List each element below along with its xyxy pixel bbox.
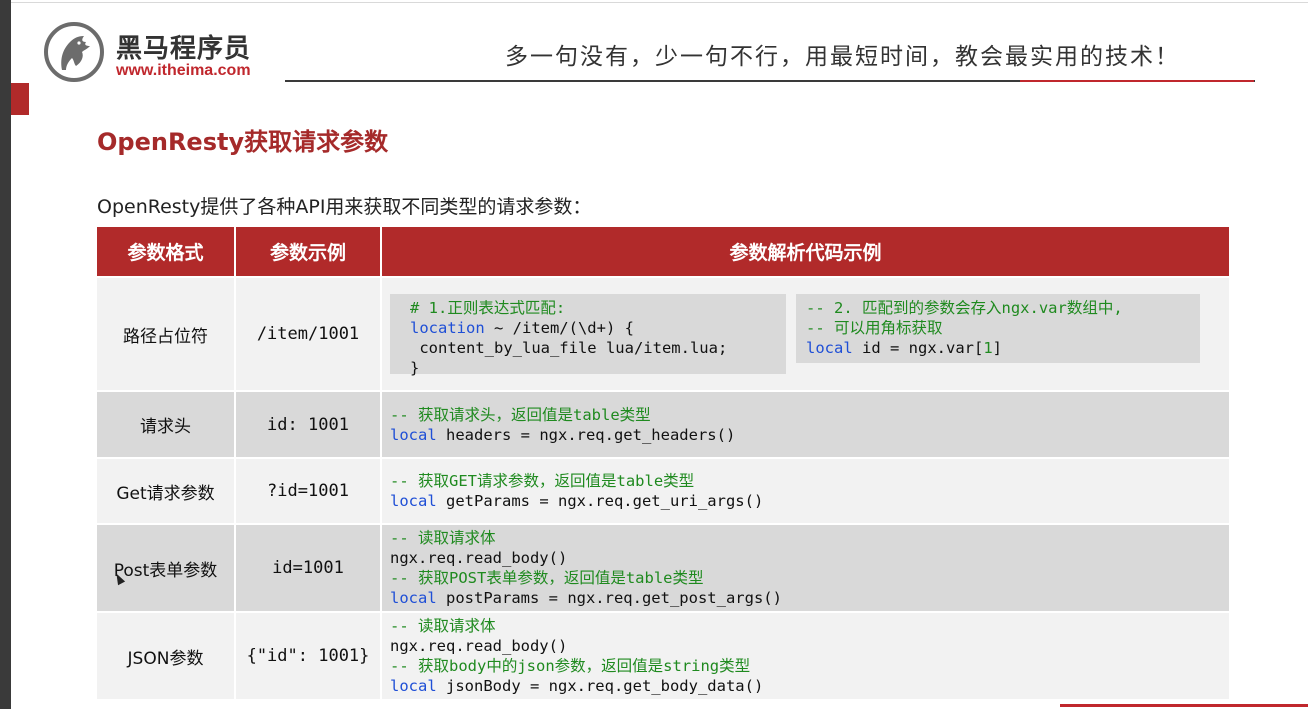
row-example: /item/1001 — [234, 276, 382, 392]
table-row: 路径占位符 /item/1001 # 1.正则表达式匹配: location ~… — [95, 276, 1231, 392]
header-divider-accent — [1020, 80, 1254, 82]
code-text: postParams = ngx.req.get_post_args() — [436, 589, 782, 607]
row-code: -- 获取GET请求参数，返回值是table类型 local getParams… — [380, 457, 1231, 525]
header-example: 参数示例 — [234, 225, 382, 278]
code-text: jsonBody = ngx.req.get_body_data() — [436, 677, 764, 695]
code-comment: -- 获取body中的json参数，返回值是string类型 — [390, 657, 751, 675]
top-rule — [0, 2, 1308, 3]
code-text: content_by_lua_file lua/item.lua; — [410, 339, 728, 357]
code-comment: # 1.正则表达式匹配: — [410, 299, 566, 317]
red-accent-bar — [11, 83, 29, 115]
code-text: ~ /item/(\d+) { — [484, 319, 634, 337]
row-format: 路径占位符 — [95, 276, 236, 392]
row-example: id=1001 — [234, 523, 382, 613]
code-text: headers = ngx.req.get_headers() — [436, 425, 736, 444]
brand-url: www.itheima.com — [116, 62, 251, 79]
code-comment: -- 读取请求体 — [390, 529, 496, 547]
row-code: -- 读取请求体 ngx.req.read_body() -- 获取body中的… — [380, 611, 1231, 701]
code-comment: -- 2. 匹配到的参数会存入ngx.var数组中, — [806, 299, 1123, 317]
row-example: {"id": 1001} — [234, 611, 382, 701]
code-text: getParams = ngx.req.get_uri_args() — [436, 492, 764, 510]
code-block-location: # 1.正则表达式匹配: location ~ /item/(\d+) { co… — [390, 294, 786, 377]
brand-name: 黑马程序员 — [116, 34, 252, 64]
row-code: # 1.正则表达式匹配: location ~ /item/(\d+) { co… — [380, 276, 1231, 392]
table-row: Get请求参数 ?id=1001 -- 获取GET请求参数，返回值是table类… — [95, 457, 1231, 525]
code-comment: -- 获取GET请求参数，返回值是table类型 — [390, 472, 695, 490]
brand-logo: 黑马程序员 www.itheima.com — [40, 22, 280, 84]
code-text: ngx.req.read_body() — [390, 549, 568, 567]
table-row: 请求头 id: 1001 -- 获取请求头，返回值是table类型 local … — [95, 390, 1231, 459]
code-number: 1 — [983, 339, 993, 357]
row-code: -- 读取请求体 ngx.req.read_body() -- 获取POST表单… — [380, 523, 1231, 613]
row-format: 请求头 — [95, 390, 236, 459]
code-keyword: location — [410, 319, 485, 337]
code-text: id = ngx.var[ — [852, 339, 984, 357]
table-row: Post表单参数 id=1001 -- 读取请求体 ngx.req.read_b… — [95, 523, 1231, 613]
slide-title: OpenResty获取请求参数 — [97, 128, 389, 156]
code-keyword: local — [390, 677, 437, 695]
code-keyword: local — [390, 492, 437, 510]
slogan: 多一句没有，少一句不行，用最短时间，教会最实用的技术！ — [505, 44, 1180, 70]
code-keyword: local — [390, 425, 437, 444]
intro-text: OpenResty提供了各种API用来获取不同类型的请求参数： — [97, 196, 592, 218]
row-format: Post表单参数 — [95, 523, 236, 613]
header-format: 参数格式 — [95, 225, 236, 278]
left-bar — [0, 0, 11, 709]
row-format: JSON参数 — [95, 611, 236, 701]
code-keyword: local — [806, 339, 853, 357]
code-comment: -- 读取请求体 — [390, 617, 496, 635]
code-comment: -- 获取POST表单参数，返回值是table类型 — [390, 569, 704, 587]
code-comment: -- 可以用角标获取 — [806, 319, 943, 337]
code-keyword: local — [390, 589, 437, 607]
table-header-row: 参数格式 参数示例 参数解析代码示例 — [95, 225, 1231, 278]
header-code: 参数解析代码示例 — [380, 225, 1231, 278]
code-block-var: -- 2. 匹配到的参数会存入ngx.var数组中, -- 可以用角标获取 lo… — [796, 294, 1200, 363]
row-example: ?id=1001 — [234, 457, 382, 525]
row-example: id: 1001 — [234, 390, 382, 459]
row-format: Get请求参数 — [95, 457, 236, 525]
horse-logo-icon — [44, 22, 104, 82]
table-row: JSON参数 {"id": 1001} -- 读取请求体 ngx.req.rea… — [95, 611, 1231, 701]
code-text: ] — [992, 339, 1003, 357]
row-code: -- 获取请求头，返回值是table类型 local headers = ngx… — [380, 390, 1231, 459]
code-text: } — [410, 359, 420, 377]
code-text: ngx.req.read_body() — [390, 637, 568, 655]
bottom-accent — [1060, 704, 1308, 707]
code-comment: -- 获取请求头，返回值是table类型 — [390, 405, 651, 424]
params-table: 参数格式 参数示例 参数解析代码示例 路径占位符 /item/1001 # 1.… — [95, 225, 1231, 701]
